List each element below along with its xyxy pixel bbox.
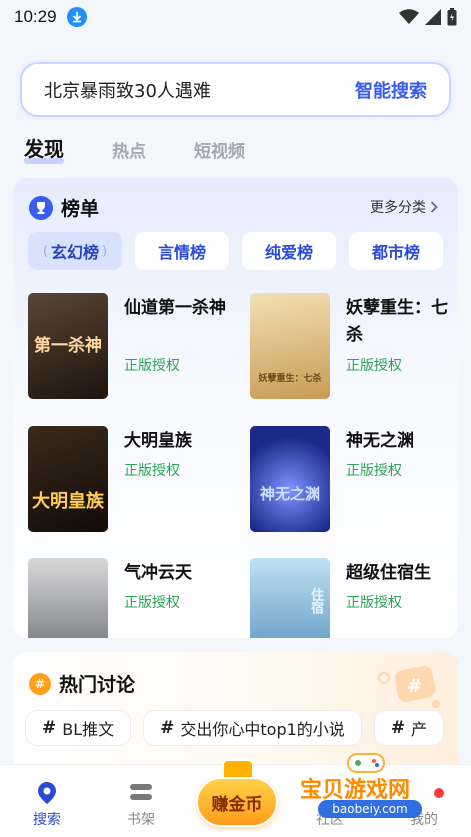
book-cover[interactable]: 住宿 bbox=[250, 558, 330, 638]
discussion-header: # 热门讨论 bbox=[29, 670, 135, 697]
topic-chips: # BL推文 # 交出你心中top1的小说 # 产 bbox=[25, 710, 445, 746]
cover-title: 神无之渊 bbox=[259, 484, 320, 503]
svg-text:#: # bbox=[407, 676, 422, 697]
tab-hot[interactable]: 热点 bbox=[112, 137, 146, 162]
book-title: 妖孽重生：七杀 bbox=[346, 298, 448, 345]
category-chunai[interactable]: 纯爱榜 bbox=[242, 232, 336, 270]
earn-coins-button[interactable]: 赚金币 bbox=[196, 777, 278, 827]
book-item[interactable]: 第一杀神 仙道第一杀神 正版授权 bbox=[28, 293, 238, 401]
clock: 10:29 bbox=[14, 7, 57, 26]
book-title: 神无之渊 bbox=[346, 431, 414, 451]
nav-bookshelf[interactable]: 书架 bbox=[111, 779, 171, 829]
license-tag: 正版授权 bbox=[346, 463, 402, 479]
tab-discover[interactable]: 发现 bbox=[24, 133, 64, 164]
hashtag-icon: # bbox=[390, 718, 406, 738]
search-input[interactable]: 北京暴雨致30人遇难 bbox=[44, 77, 211, 103]
battery-icon bbox=[447, 8, 457, 26]
nav-bookshelf-label: 书架 bbox=[127, 812, 155, 828]
rank-card: 榜单 更多分类 玄幻榜 言情榜 纯爱榜 都市榜 第一杀神 仙道第一杀神 正版授权… bbox=[13, 178, 458, 638]
license-tag: 正版授权 bbox=[346, 358, 402, 374]
nav-search[interactable]: 搜索 bbox=[17, 779, 77, 829]
watermark: 宝贝游戏网 baobeiy.com bbox=[296, 748, 446, 820]
category-yanqing[interactable]: 言情榜 bbox=[135, 232, 229, 270]
cover-title: 大明皇族 bbox=[32, 491, 104, 513]
topic-chip[interactable]: # 产 bbox=[373, 710, 445, 746]
bookshelf-icon bbox=[111, 779, 171, 807]
rank-title: 榜单 bbox=[61, 198, 100, 220]
rank-header: 榜单 bbox=[29, 194, 99, 221]
book-title: 仙道第一杀神 bbox=[124, 298, 226, 318]
book-item[interactable]: 大明皇族 大明皇族 正版授权 bbox=[28, 426, 238, 534]
download-icon bbox=[66, 7, 87, 27]
topic-label: BL推文 bbox=[62, 720, 115, 739]
cover-title: 住宿 bbox=[308, 588, 323, 614]
cover-title: 第一杀神 bbox=[34, 335, 102, 356]
search-box[interactable]: 北京暴雨致30人遇难 智能搜索 bbox=[20, 62, 451, 117]
license-tag: 正版授权 bbox=[346, 595, 402, 611]
search-nav-icon bbox=[17, 779, 77, 807]
hashtag-icon: # bbox=[160, 718, 175, 738]
hashtag-icon: # bbox=[42, 718, 57, 738]
license-tag: 正版授权 bbox=[124, 595, 180, 611]
book-item[interactable]: 气冲云天 正版授权 bbox=[28, 558, 238, 638]
category-tabs: 玄幻榜 言情榜 纯爱榜 都市榜 bbox=[28, 232, 443, 270]
book-title: 大明皇族 bbox=[124, 431, 192, 451]
tab-short-video[interactable]: 短视频 bbox=[194, 137, 245, 162]
book-cover[interactable]: 神无之渊 bbox=[250, 426, 330, 532]
decorative-tag-icon: # bbox=[378, 665, 440, 708]
book-item[interactable]: 神无之渊 神无之渊 正版授权 bbox=[250, 426, 458, 534]
chevron-right-icon bbox=[430, 201, 438, 213]
discussion-title: 热门讨论 bbox=[59, 674, 136, 696]
book-cover[interactable]: 第一杀神 bbox=[28, 293, 108, 399]
book-title: 超级住宿生 bbox=[346, 563, 431, 583]
category-xuanhuan[interactable]: 玄幻榜 bbox=[28, 232, 122, 270]
trophy-icon bbox=[29, 195, 53, 220]
topic-chip[interactable]: # 交出你心中top1的小说 bbox=[143, 710, 362, 746]
cover-title: 妖孽重生：七杀 bbox=[258, 374, 322, 385]
license-tag: 正版授权 bbox=[124, 463, 180, 479]
more-categories-link[interactable]: 更多分类 bbox=[370, 197, 438, 217]
signal-icon bbox=[425, 9, 441, 25]
smart-search-button[interactable]: 智能搜索 bbox=[355, 77, 427, 103]
book-cover[interactable] bbox=[28, 558, 108, 638]
nav-search-label: 搜索 bbox=[33, 812, 61, 828]
book-item[interactable]: 妖孽重生：七杀 妖孽重生：七杀 正版授权 bbox=[250, 293, 458, 401]
book-cover[interactable]: 妖孽重生：七杀 bbox=[250, 293, 330, 399]
book-item[interactable]: 住宿 超级住宿生 正版授权 bbox=[250, 558, 458, 638]
book-title: 气冲云天 bbox=[124, 563, 192, 583]
book-cover[interactable]: 大明皇族 bbox=[28, 426, 108, 532]
wifi-icon bbox=[399, 9, 419, 24]
top-tabs: 发现 热点 短视频 bbox=[24, 133, 245, 164]
category-dushi[interactable]: 都市榜 bbox=[349, 232, 443, 270]
hashtag-icon: # bbox=[29, 672, 51, 695]
watermark-url: baobeiy.com bbox=[318, 800, 422, 818]
topic-label: 产 bbox=[411, 720, 428, 739]
more-categories-label: 更多分类 bbox=[370, 200, 426, 216]
license-tag: 正版授权 bbox=[124, 358, 180, 374]
topic-chip[interactable]: # BL推文 bbox=[25, 710, 132, 746]
status-bar: 10:29 bbox=[0, 0, 471, 34]
topic-label: 交出你心中top1的小说 bbox=[180, 720, 345, 739]
